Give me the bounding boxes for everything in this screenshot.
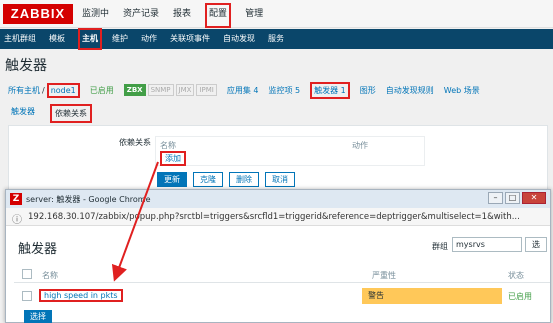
dependencies-panel: 依赖关系 名称 动作 添加 更新 克隆 删除 取消: [8, 125, 548, 195]
applications-link[interactable]: 应用集 4: [227, 85, 259, 96]
window-controls: – □ ✕: [486, 192, 546, 204]
page-info-icon[interactable]: ⓘ: [12, 211, 22, 226]
discovery-rules-link[interactable]: 自动发现规则: [386, 85, 434, 96]
column-severity: 严重性: [372, 271, 396, 280]
host-status-enabled: 已启用: [89, 85, 114, 95]
clone-button[interactable]: 克隆: [193, 172, 223, 187]
top-bar: ZABBIX 监测中 资产记录 报表 配置 管理: [0, 0, 553, 28]
maximize-icon[interactable]: □: [505, 192, 520, 204]
top-menu-configuration[interactable]: 配置: [205, 3, 232, 28]
sub-menu-hosts[interactable]: 主机: [78, 28, 102, 50]
severity-warning-cell: 警告: [362, 288, 502, 304]
dependencies-label: 依赖关系: [119, 138, 151, 147]
trigger-table-header: 名称 严重性 状态: [14, 265, 550, 283]
jmx-availability-badge: JMX: [175, 84, 195, 96]
sub-menu-correlation[interactable]: 关联项事件: [170, 30, 210, 48]
form-tabs: 触发器 依赖关系: [8, 104, 104, 123]
snmp-availability-badge: SNMP: [147, 84, 174, 96]
update-button[interactable]: 更新: [157, 172, 187, 187]
popup-titlebar[interactable]: Z server: 触发器 - Google Chrome – □ ✕: [6, 190, 550, 208]
sub-menu-discovery[interactable]: 自动发现: [223, 30, 255, 48]
items-link[interactable]: 监控项 5: [268, 85, 300, 96]
dependencies-table: 名称 动作 添加: [155, 136, 425, 166]
popup-heading: 触发器: [18, 242, 58, 257]
graphs-link[interactable]: 图形: [360, 85, 376, 96]
top-menu-reports[interactable]: 报表: [173, 0, 191, 28]
cancel-button[interactable]: 取消: [265, 172, 295, 187]
dependencies-col-action: 动作: [352, 141, 368, 150]
status-enabled: 已启用: [508, 292, 532, 301]
select-all-checkbox[interactable]: [22, 269, 32, 279]
page-title: 触发器: [5, 58, 47, 74]
form-buttons: 更新 克隆 删除 取消: [157, 172, 301, 187]
trigger-name-link[interactable]: high speed in pkts: [39, 289, 123, 302]
column-name[interactable]: 名称: [42, 270, 58, 281]
sub-menu-maintenance[interactable]: 维护: [112, 30, 128, 48]
choose-button[interactable]: 选择: [24, 310, 52, 323]
top-menu-inventory[interactable]: 资产记录: [123, 0, 159, 28]
top-menu-monitoring[interactable]: 监测中: [82, 0, 109, 28]
delete-button[interactable]: 删除: [229, 172, 259, 187]
column-status: 状态: [508, 271, 524, 280]
zabbix-favicon-icon: Z: [10, 193, 22, 205]
top-menu-administration[interactable]: 管理: [245, 0, 263, 28]
zabbix-logo[interactable]: ZABBIX: [3, 4, 73, 24]
sub-menu: 主机群组 模板 主机 维护 动作 关联项事件 自动发现 服务: [0, 28, 553, 50]
host-link-node1[interactable]: node1: [46, 82, 80, 98]
popup-window-title: server: 触发器 - Google Chrome: [26, 195, 151, 204]
web-scenarios-link[interactable]: Web 场景: [444, 85, 480, 96]
host-breadcrumb: 所有主机 / node1 已启用 ZBX SNMP JMX IPMI 应用集 4…: [0, 79, 553, 101]
group-select-button[interactable]: 选: [525, 237, 547, 252]
close-icon[interactable]: ✕: [522, 192, 546, 204]
triggers-link[interactable]: 触发器 1: [310, 81, 350, 99]
ipmi-availability-badge: IPMI: [196, 84, 217, 96]
add-dependency-link[interactable]: 添加: [160, 151, 186, 166]
zbx-availability-badge: ZBX: [123, 84, 146, 96]
tab-dependencies[interactable]: 依赖关系: [50, 104, 92, 123]
group-label: 群组: [432, 242, 448, 251]
address-url[interactable]: 192.168.30.107/zabbix/popup.php?srctbl=t…: [28, 212, 520, 222]
table-row: high speed in pkts 警告 已启用: [14, 286, 550, 306]
dependencies-col-name: 名称: [160, 141, 176, 150]
minimize-icon[interactable]: –: [488, 192, 503, 204]
sub-menu-templates[interactable]: 模板: [49, 30, 65, 48]
sub-menu-host-groups[interactable]: 主机群组: [4, 30, 36, 48]
row-checkbox[interactable]: [22, 291, 32, 301]
sub-menu-actions[interactable]: 动作: [141, 30, 157, 48]
group-field[interactable]: mysrvs: [452, 237, 522, 252]
breadcrumb-separator: /: [42, 85, 45, 95]
sub-menu-services[interactable]: 服务: [268, 30, 284, 48]
tab-trigger[interactable]: 触发器: [8, 104, 38, 123]
top-menu: 监测中 资产记录 报表 配置 管理: [82, 0, 277, 28]
all-hosts-link[interactable]: 所有主机: [8, 85, 40, 96]
address-bar[interactable]: ⓘ 192.168.30.107/zabbix/popup.php?srctbl…: [6, 208, 550, 226]
popup-window: Z server: 触发器 - Google Chrome – □ ✕ ⓘ 19…: [5, 189, 551, 323]
